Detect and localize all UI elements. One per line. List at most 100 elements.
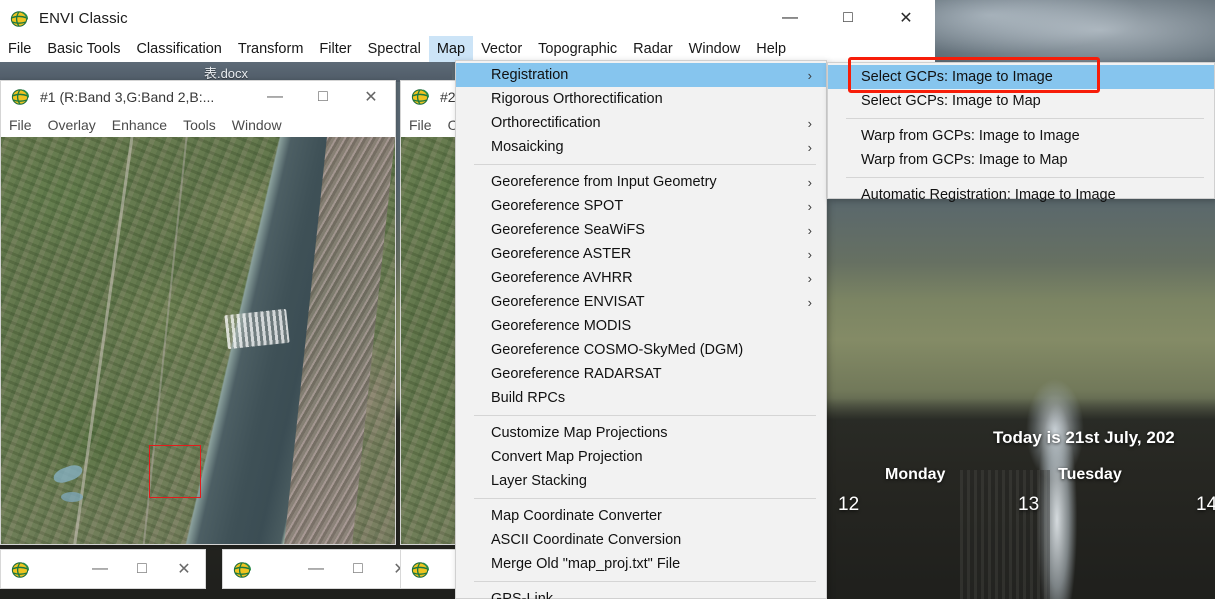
menu-help[interactable]: Help	[748, 36, 794, 62]
menu-item-label: Georeference SPOT	[491, 198, 623, 214]
menu-vector[interactable]: Vector	[473, 36, 530, 62]
close-button[interactable]: ✕	[163, 549, 205, 589]
submenu-item-select-gcps-image-to-image[interactable]: Select GCPs: Image to Image	[828, 65, 1214, 89]
menu-item-ascii-coordinate-conversion[interactable]: ASCII Coordinate Conversion	[456, 528, 826, 552]
envi-globe-icon	[11, 87, 30, 106]
menu-item-georeference-cosmo-skymed[interactable]: Georeference COSMO-SkyMed (DGM)	[456, 338, 826, 362]
close-button[interactable]: ✕	[877, 0, 935, 36]
submenu-item-automatic-registration-image-to-image[interactable]: Automatic Registration: Image to Image	[828, 183, 1214, 207]
iw1-menu-overlay[interactable]: Overlay	[40, 112, 104, 137]
minimize-button[interactable]: —	[79, 549, 121, 589]
submenu-item-label: Warp from GCPs: Image to Map	[861, 152, 1068, 168]
iw1-menu-file[interactable]: File	[1, 112, 40, 137]
menu-item-label: GPS-Link	[491, 591, 553, 599]
submenu-item-label: Select GCPs: Image to Map	[861, 93, 1041, 109]
menu-item-map-coordinate-converter[interactable]: Map Coordinate Converter	[456, 504, 826, 528]
chevron-right-icon: ›	[808, 296, 812, 309]
menu-item-georeference-aster[interactable]: Georeference ASTER ›	[456, 242, 826, 266]
menu-map[interactable]: Map	[429, 36, 473, 62]
menu-item-layer-stacking[interactable]: Layer Stacking	[456, 469, 826, 493]
wallpaper-moss-texture	[935, 320, 1215, 430]
envi-globe-icon	[11, 560, 30, 579]
mini-window-1-controls: — □ ✕	[79, 549, 205, 589]
submenu-item-warp-from-gcps-image-to-map[interactable]: Warp from GCPs: Image to Map	[828, 148, 1214, 172]
menu-item-georeference-radarsat[interactable]: Georeference RADARSAT	[456, 362, 826, 386]
menu-window[interactable]: Window	[681, 36, 749, 62]
wallpaper-day-tuesday: Tuesday	[1058, 466, 1122, 484]
envi-image-window-1[interactable]: #1 (R:Band 3,G:Band 2,B:... — □ ✕ File O…	[0, 80, 396, 545]
chevron-right-icon: ›	[808, 141, 812, 154]
iw1-menu-tools[interactable]: Tools	[175, 112, 224, 137]
iw2-menu-file[interactable]: File	[401, 112, 440, 137]
menu-item-rigorous-orthorectification[interactable]: Rigorous Orthorectification	[456, 87, 826, 111]
menu-item-label: Georeference from Input Geometry	[491, 174, 717, 190]
menu-item-georeference-from-input-geometry[interactable]: Georeference from Input Geometry ›	[456, 170, 826, 194]
menu-item-georeference-spot[interactable]: Georeference SPOT ›	[456, 194, 826, 218]
menu-item-registration[interactable]: Registration ›	[456, 63, 826, 87]
menu-item-build-rpcs[interactable]: Build RPCs	[456, 386, 826, 410]
menu-item-georeference-avhrr[interactable]: Georeference AVHRR ›	[456, 266, 826, 290]
maximize-button[interactable]: □	[121, 549, 163, 589]
urban-strip	[284, 137, 395, 544]
map-dropdown-menu[interactable]: Registration › Rigorous Orthorectificati…	[455, 60, 827, 599]
chevron-right-icon: ›	[808, 272, 812, 285]
maximize-button[interactable]: □	[299, 81, 347, 112]
menu-transform[interactable]: Transform	[230, 36, 312, 62]
close-button[interactable]: ✕	[347, 81, 395, 112]
image-window-1-canvas[interactable]	[1, 137, 395, 544]
submenu-item-select-gcps-image-to-map[interactable]: Select GCPs: Image to Map	[828, 89, 1214, 113]
menu-item-label: Georeference SeaWiFS	[491, 222, 645, 238]
envi-window-controls: — □ ✕	[761, 0, 935, 36]
envi-classic-main-window[interactable]: ENVI Classic — □ ✕ File Basic Tools Clas…	[0, 0, 935, 62]
menu-file[interactable]: File	[0, 36, 39, 62]
menu-topographic[interactable]: Topographic	[530, 36, 625, 62]
maximize-button[interactable]: □	[337, 549, 379, 589]
menu-basic-tools[interactable]: Basic Tools	[39, 36, 128, 62]
wallpaper-date-14: 14	[1196, 494, 1215, 516]
mini-window-3[interactable]	[400, 549, 460, 589]
wallpaper-today-text: Today is 21st July, 202	[993, 428, 1175, 448]
menu-item-merge-old-map-proj-file[interactable]: Merge Old "map_proj.txt" File	[456, 552, 826, 576]
envi-globe-icon	[233, 560, 252, 579]
menu-filter[interactable]: Filter	[311, 36, 359, 62]
menu-item-mosaicking[interactable]: Mosaicking ›	[456, 135, 826, 159]
menu-item-label: ASCII Coordinate Conversion	[491, 532, 681, 548]
mini-window-1[interactable]: — □ ✕	[0, 549, 206, 589]
iw1-menu-enhance[interactable]: Enhance	[104, 112, 175, 137]
builtup-area	[224, 309, 289, 349]
menu-item-convert-map-projection[interactable]: Convert Map Projection	[456, 445, 826, 469]
background-docx-window[interactable]: 表.docx	[0, 60, 452, 82]
menu-item-label: Customize Map Projections	[491, 425, 668, 441]
image-window-1-titlebar[interactable]: #1 (R:Band 3,G:Band 2,B:... — □ ✕	[1, 81, 395, 112]
envi-globe-icon	[10, 9, 29, 28]
menu-item-customize-map-projections[interactable]: Customize Map Projections	[456, 421, 826, 445]
menu-radar[interactable]: Radar	[625, 36, 681, 62]
wallpaper-basalt-columns	[960, 470, 1050, 599]
submenu-item-warp-from-gcps-image-to-image[interactable]: Warp from GCPs: Image to Image	[828, 124, 1214, 148]
menu-classification[interactable]: Classification	[128, 36, 229, 62]
registration-submenu[interactable]: Select GCPs: Image to Image Select GCPs:…	[827, 62, 1215, 199]
chevron-right-icon: ›	[808, 117, 812, 130]
image-window-1-menubar[interactable]: File Overlay Enhance Tools Window	[1, 112, 395, 137]
menu-item-label: Georeference RADARSAT	[491, 366, 662, 382]
menu-item-georeference-envisat[interactable]: Georeference ENVISAT ›	[456, 290, 826, 314]
menu-item-georeference-modis[interactable]: Georeference MODIS	[456, 314, 826, 338]
menu-item-georeference-seawifs[interactable]: Georeference SeaWiFS ›	[456, 218, 826, 242]
minimize-button[interactable]: —	[295, 549, 337, 589]
maximize-button[interactable]: □	[819, 0, 877, 36]
menu-item-gps-link[interactable]: GPS-Link	[456, 587, 826, 599]
minimize-button[interactable]: —	[761, 0, 819, 36]
minimize-button[interactable]: —	[251, 81, 299, 112]
menu-separator	[474, 498, 816, 499]
chevron-right-icon: ›	[808, 248, 812, 261]
wallpaper-day-monday: Monday	[885, 466, 945, 484]
iw1-menu-window[interactable]: Window	[224, 112, 290, 137]
envi-titlebar[interactable]: ENVI Classic — □ ✕	[0, 0, 935, 36]
menu-item-orthorectification[interactable]: Orthorectification ›	[456, 111, 826, 135]
envi-menubar[interactable]: File Basic Tools Classification Transfor…	[0, 36, 935, 62]
mini-window-2[interactable]: — □ ✕	[222, 549, 422, 589]
menu-spectral[interactable]: Spectral	[360, 36, 429, 62]
roi-rectangle[interactable]	[149, 445, 201, 498]
menu-item-label: Merge Old "map_proj.txt" File	[491, 556, 680, 572]
menu-separator	[474, 581, 816, 582]
